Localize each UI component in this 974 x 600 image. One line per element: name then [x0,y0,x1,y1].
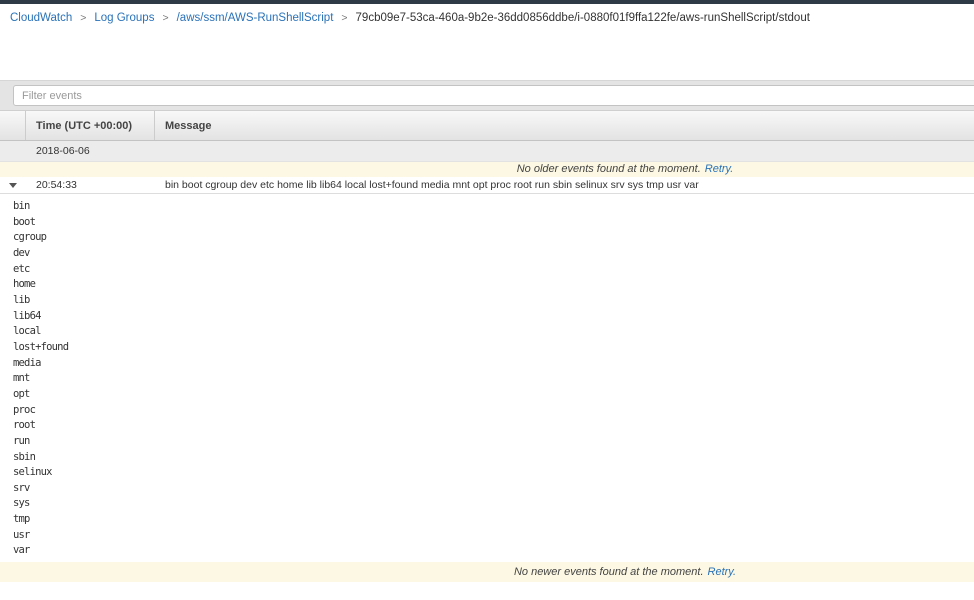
breadcrumb-link[interactable]: /aws/ssm/AWS-RunShellScript [177,12,334,24]
breadcrumb-current: 79cb09e7-53ca-460a-9b2e-36dd0856ddbe/i-0… [355,12,810,24]
time-column-label: Time (UTC +00:00) [36,119,133,132]
no-older-events-banner: No older events found at the moment. Retr… [0,162,974,177]
log-events-table-header: Time (UTC +00:00) Message [0,110,974,141]
breadcrumb-separator: > [80,12,87,24]
breadcrumb-content-gap [0,30,974,80]
log-event-row[interactable]: 20:54:33 bin boot cgroup dev etc home li… [0,177,974,194]
breadcrumb: CloudWatch > Log Groups > /aws/ssm/AWS-RunSh… [0,4,974,30]
expanded-event-content: bin boot cgroup dev etc home lib lib64 l… [0,194,974,562]
no-newer-events-text: No newer events found at the moment. [513,566,704,578]
filter-events-input[interactable] [13,85,974,106]
no-older-events-text: No older events found at the moment. [516,163,701,175]
no-newer-events-banner: No newer events found at the moment. Retr… [0,562,974,582]
date-separator-row: 2018-06-06 [0,141,974,162]
collapse-triangle-icon[interactable] [9,182,17,188]
page: CloudWatch > Log Groups > /aws/ssm/AWS-RunSh… [0,0,974,582]
message-column-label: Message [165,119,212,132]
retry-older-link[interactable]: Retry. [705,163,734,175]
breadcrumb-separator: > [341,12,348,24]
event-message: bin boot cgroup dev etc home lib lib64 l… [165,179,699,191]
event-expand-cell[interactable] [0,182,26,188]
breadcrumb-separator: > [162,12,169,24]
date-separator-label: 2018-06-06 [36,145,90,157]
breadcrumb-link[interactable]: Log Groups [94,12,154,24]
filter-events-bar [0,80,974,110]
retry-newer-link[interactable]: Retry. [708,566,737,578]
expand-column-header [0,111,26,140]
time-column-header: Time (UTC +00:00) [26,111,155,140]
event-time: 20:54:33 [36,179,77,191]
message-column-header: Message [155,111,974,140]
breadcrumb-link[interactable]: CloudWatch [10,12,72,24]
